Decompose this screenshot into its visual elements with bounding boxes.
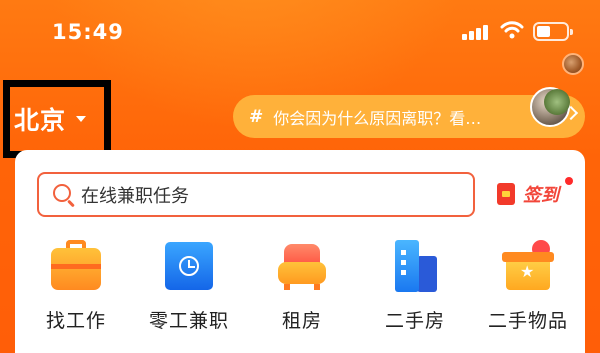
cellular-signal-icon [462,23,490,40]
briefcase-icon [50,240,102,292]
category-gig-parttime[interactable]: 零工兼职 [134,240,244,333]
search-placeholder: 在线兼职任务 [81,185,189,207]
status-time: 15:49 [52,20,124,44]
category-label: 零工兼职 [148,310,229,332]
red-envelope-icon [497,183,515,205]
sofa-icon [276,240,328,292]
caret-down-icon [76,116,87,122]
category-label: 二手房 [384,310,445,332]
user-avatar[interactable] [562,53,584,75]
category-label: 找工作 [45,310,106,332]
signin-button[interactable]: 签到 [497,181,559,207]
wifi-icon [500,21,524,39]
category-label: 二手物品 [487,310,568,332]
notification-dot [565,177,573,185]
search-icon [53,183,71,202]
topic-text: 你会因为什么原因离职？看… [273,108,482,128]
hashtag-icon: # [249,106,264,127]
category-second-hand-goods[interactable]: ★ 二手物品 [473,236,583,333]
box-icon: ★ [502,236,554,292]
building-icon [389,240,441,292]
category-find-job[interactable]: 找工作 [21,240,131,333]
city-selector[interactable]: 北京 [14,101,87,137]
category-second-hand-house[interactable]: 二手房 [360,240,470,333]
category-label: 租房 [281,310,322,332]
search-input[interactable]: 在线兼职任务 [37,172,475,217]
battery-icon [533,22,573,41]
category-rent[interactable]: 租房 [247,240,357,333]
city-name: 北京 [14,106,67,135]
signin-label: 签到 [523,185,559,206]
clock-icon [163,240,215,292]
